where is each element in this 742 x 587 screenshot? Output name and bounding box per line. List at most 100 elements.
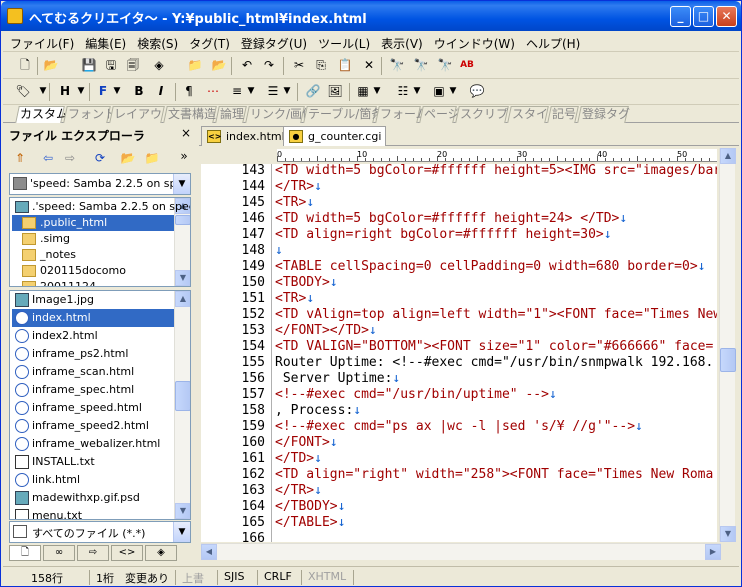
chevron-down-icon[interactable]: ▼ [173, 522, 190, 542]
maximize-button[interactable]: □ [693, 6, 714, 27]
code-line[interactable]: <TBODY>↓ [275, 275, 338, 290]
code-line[interactable]: <TD width=5 bgColor=#ffffff height=24> <… [275, 211, 627, 226]
tab-files-icon[interactable]: 🗋 [9, 545, 41, 561]
menu-registered-tag[interactable]: 登録タグ(U) [234, 32, 311, 52]
tag-tab-10[interactable]: スタイル [507, 106, 560, 123]
tag-tab-9[interactable]: スクリプト [455, 106, 520, 123]
folder-item[interactable]: .simg [12, 231, 174, 247]
menu-view[interactable]: 表示(V) [374, 32, 427, 52]
file-item[interactable]: inframe_speed.html [12, 399, 174, 417]
heading-icon[interactable]: H [57, 83, 73, 99]
file-filter-select[interactable]: すべてのファイル (*.*) ▼ [9, 521, 191, 543]
save-as-icon[interactable]: 🖫 [103, 57, 119, 73]
menu-tools[interactable]: ツール(L) [311, 32, 374, 52]
scroll-up-arrow[interactable]: ▲ [175, 291, 190, 307]
align-dropdown-icon[interactable]: ▼ [243, 83, 259, 99]
tab-jump-icon[interactable]: ⇨ [77, 545, 109, 561]
folder-item[interactable]: 020115docomo [12, 263, 174, 279]
tag-tab-8[interactable]: ページ [419, 106, 460, 123]
list-dropdown-icon[interactable]: ▼ [409, 83, 425, 99]
file-item[interactable]: inframe_scan.html [12, 363, 174, 381]
folder-open-icon[interactable]: 📂 [211, 57, 227, 73]
file-item[interactable]: inframe_spec.html [12, 381, 174, 399]
redo-icon[interactable]: ↷ [261, 57, 277, 73]
editor-hscrollbar[interactable]: ◀ ▶ [201, 543, 721, 560]
code-line[interactable]: Router Uptime: <!--#exec cmd="/usr/bin/s… [275, 355, 713, 370]
tab-tags-icon[interactable]: <> [111, 545, 143, 561]
open-folder-icon[interactable]: 📂 [43, 57, 59, 73]
scroll-thumb[interactable] [175, 215, 190, 225]
close-button[interactable]: ✕ [716, 6, 737, 27]
scroll-left-arrow[interactable]: ◀ [201, 544, 217, 560]
tab-index-html[interactable]: <> index.html [201, 126, 290, 146]
folder-item[interactable]: .public_html [12, 215, 174, 231]
refresh-icon[interactable]: ⟳ [92, 150, 108, 166]
tag-tab-4[interactable]: 論理 [215, 106, 247, 123]
replace-icon[interactable]: AB [459, 57, 475, 73]
file-list-scrollbar[interactable]: ▲ ▼ [174, 291, 190, 519]
folder-icon[interactable]: 📁 [187, 57, 203, 73]
bold-icon[interactable]: B [131, 83, 147, 99]
folder-item[interactable]: .'speed: Samba 2.2.5 on speed [12, 199, 190, 215]
tab-links-icon[interactable]: ∞ [43, 545, 75, 561]
hr-dropdown-icon[interactable]: ▼ [279, 83, 295, 99]
scroll-right-arrow[interactable]: ▶ [705, 544, 721, 560]
find-icon[interactable]: 🔭 [389, 57, 405, 73]
paste-icon[interactable]: 📋 [337, 57, 353, 73]
menu-search[interactable]: 検索(S) [130, 32, 182, 52]
chevron-down-icon[interactable]: ▼ [173, 174, 190, 194]
table-dropdown-icon[interactable]: ▼ [369, 83, 385, 99]
menu-file[interactable]: ファイル(F) [3, 32, 78, 52]
break-icon[interactable]: ⋯ [205, 83, 221, 99]
code-line[interactable]: Server Uptime:↓ [275, 371, 400, 386]
code-line[interactable]: <TR>↓ [275, 291, 314, 306]
italic-icon[interactable]: I [153, 83, 169, 99]
menu-help[interactable]: ヘルプ(H) [519, 32, 584, 52]
preview-icon[interactable]: ◈ [151, 57, 167, 73]
file-item[interactable]: inframe_speed2.html [12, 417, 174, 435]
tag-tab-12[interactable]: 登録タグ [577, 106, 630, 123]
tag-tab-1[interactable]: フォント [63, 106, 116, 123]
code-line[interactable]: , Process:↓ [275, 403, 361, 418]
code-line[interactable]: <!--#exec cmd="ps ax |wc -l |sed 's/¥ //… [275, 419, 643, 434]
code-line[interactable]: <TD VALIGN="BOTTOM"><FONT size="1" color… [275, 339, 713, 354]
code-line[interactable]: </TR>↓ [275, 179, 322, 194]
scroll-down-arrow[interactable]: ▼ [175, 503, 190, 519]
title-bar[interactable]: へてむるクリエイタ〜 - Y:¥public_html¥index.html _… [1, 1, 741, 31]
file-item[interactable]: Image1.jpg [12, 291, 174, 309]
code-line[interactable]: <TR>↓ [275, 195, 314, 210]
comment-icon[interactable]: 💬 [469, 83, 485, 99]
app-icon[interactable] [7, 8, 23, 24]
cut-icon[interactable]: ✂ [291, 57, 307, 73]
minimize-button[interactable]: _ [670, 6, 691, 27]
copy-icon[interactable]: ⎘ [313, 57, 329, 73]
more-icon[interactable]: » [176, 148, 192, 164]
open-folder-icon[interactable]: 📂 [120, 150, 136, 166]
menu-window[interactable]: ウインドウ(W) [427, 32, 519, 52]
tab-g-counter-cgi[interactable]: ● g_counter.cgi [283, 126, 387, 146]
paragraph-icon[interactable]: ¶ [181, 83, 197, 99]
explorer-close-icon[interactable]: × [181, 126, 191, 140]
code-line[interactable]: ↓ [275, 243, 283, 258]
folder-item[interactable]: 20011124 [12, 279, 174, 286]
file-item[interactable]: index2.html [12, 327, 174, 345]
new-folder-icon[interactable]: 📁 [144, 150, 160, 166]
save-all-icon[interactable]: 🗐 [125, 57, 141, 73]
form-dropdown-icon[interactable]: ▼ [445, 83, 461, 99]
new-file-icon[interactable]: 🗋 [17, 57, 33, 73]
scroll-thumb[interactable] [175, 381, 190, 411]
tag-tab-5[interactable]: リンク/画像 [245, 106, 314, 123]
editor-vscrollbar[interactable]: ▲ ▼ [719, 148, 736, 542]
scroll-up-arrow[interactable]: ▲ [720, 148, 736, 164]
folder-item[interactable]: _notes [12, 247, 174, 263]
file-item[interactable]: link.html [12, 471, 174, 489]
code-line[interactable]: </TD>↓ [275, 451, 322, 466]
file-item[interactable]: inframe_ps2.html [12, 345, 174, 363]
up-folder-icon[interactable]: ⇑ [12, 150, 28, 166]
code-line[interactable]: </TABLE>↓ [275, 515, 345, 530]
code-line[interactable]: <TD align="right" width="258"><FONT face… [275, 467, 713, 482]
code-line[interactable]: </FONT>↓ [275, 435, 338, 450]
tag-tab-0[interactable]: カスタム [15, 106, 68, 123]
scroll-down-arrow[interactable]: ▼ [720, 526, 736, 542]
forward-icon[interactable]: ⇨ [62, 150, 78, 166]
